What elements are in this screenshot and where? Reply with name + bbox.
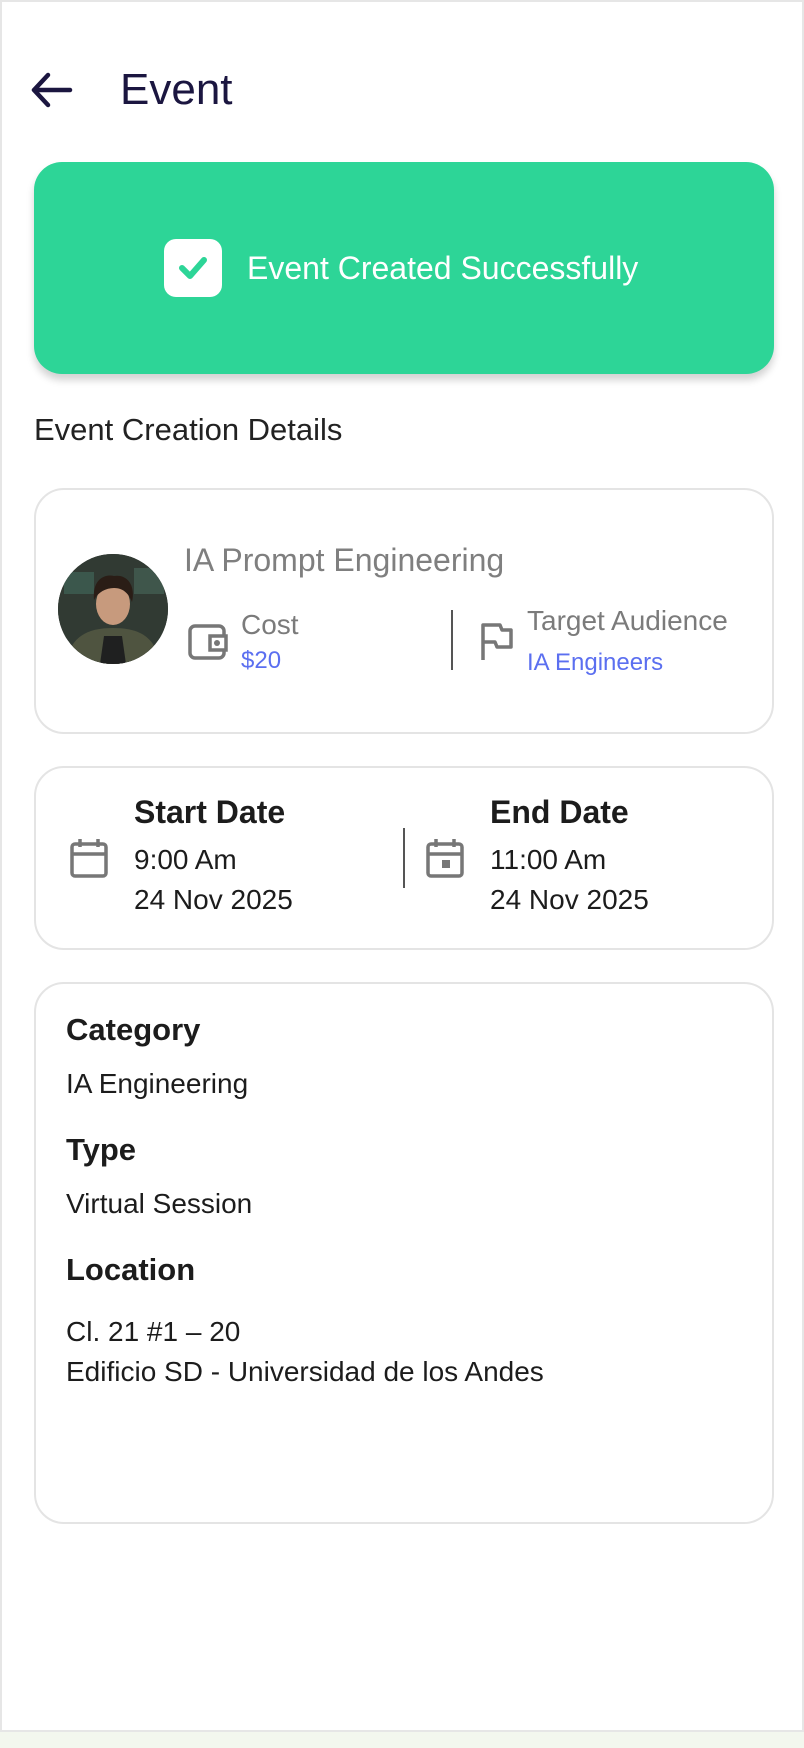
calendar-icon [70, 839, 108, 878]
divider [403, 828, 405, 888]
app-header: Event [2, 42, 802, 138]
event-name: IA Prompt Engineering [184, 542, 505, 578]
wallet-icon [188, 624, 228, 660]
avatar-image [58, 554, 168, 664]
page-title: Event [120, 65, 233, 114]
end-date-label: End Date [490, 794, 629, 830]
check-icon-box [164, 239, 222, 297]
success-banner: Event Created Successfully [34, 162, 774, 374]
flag-icon [481, 623, 513, 660]
location-building: Edificio SD - Universidad de los Andes [66, 1356, 544, 1387]
start-date: 24 Nov 2025 [134, 884, 293, 915]
event-summary-card[interactable]: IA Prompt Engineering Cost $20 Target Au… [34, 488, 774, 734]
type-label: Type [66, 1132, 137, 1167]
target-audience-label: Target Audience [527, 605, 728, 636]
success-message: Event Created Successfully [247, 250, 639, 286]
category-value: IA Engineering [66, 1068, 249, 1099]
location-address: Cl. 21 #1 – 20 [66, 1316, 241, 1347]
section-title: Event Creation Details [34, 412, 343, 447]
check-icon [179, 257, 207, 279]
back-button[interactable] [26, 64, 78, 116]
details-card: Category IA Engineering Type Virtual Ses… [34, 982, 774, 1524]
cost-label: Cost [241, 609, 299, 640]
category-label: Category [66, 1012, 201, 1047]
target-audience-value: IA Engineers [527, 649, 664, 676]
end-time: 11:00 Am [490, 844, 607, 875]
end-date: 24 Nov 2025 [490, 884, 649, 915]
cost-value: $20 [241, 647, 282, 674]
start-time: 9:00 Am [134, 844, 237, 875]
screen: Event Event Created Successfully Event C… [0, 0, 804, 1732]
divider [451, 610, 453, 670]
avatar [58, 554, 168, 664]
start-date-label: Start Date [134, 794, 286, 830]
calendar-event-icon [426, 839, 464, 878]
location-label: Location [66, 1252, 196, 1287]
dates-card: Start Date 9:00 Am 24 Nov 2025 End Date … [34, 766, 774, 950]
arrow-left-icon [31, 72, 73, 108]
type-value: Virtual Session [66, 1188, 253, 1219]
